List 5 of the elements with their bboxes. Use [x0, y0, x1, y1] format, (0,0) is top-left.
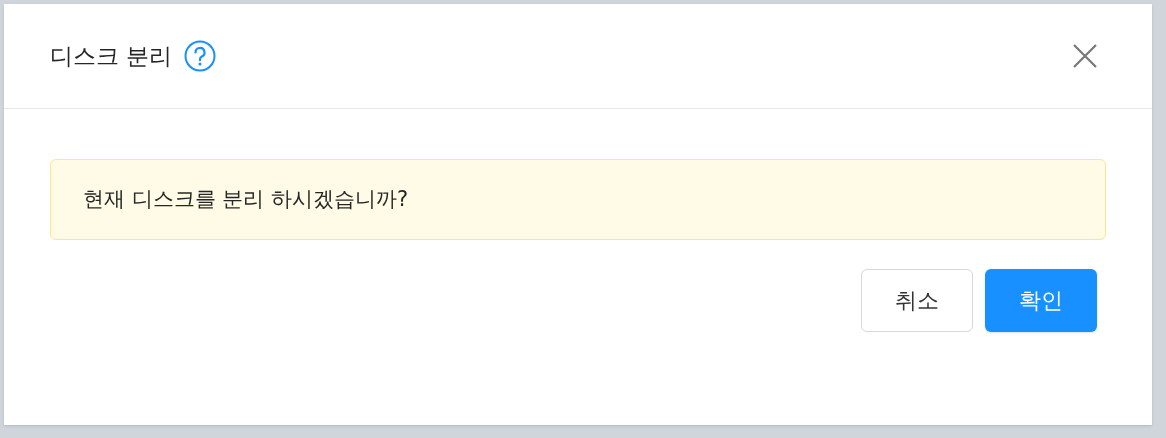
alert-message: 현재 디스크를 분리 하시겠습니까? [83, 185, 409, 213]
cancel-button[interactable]: 취소 [861, 269, 973, 332]
help-icon[interactable] [184, 40, 217, 72]
dialog-title: 디스크 분리 [50, 41, 173, 71]
close-icon[interactable] [1072, 43, 1098, 69]
